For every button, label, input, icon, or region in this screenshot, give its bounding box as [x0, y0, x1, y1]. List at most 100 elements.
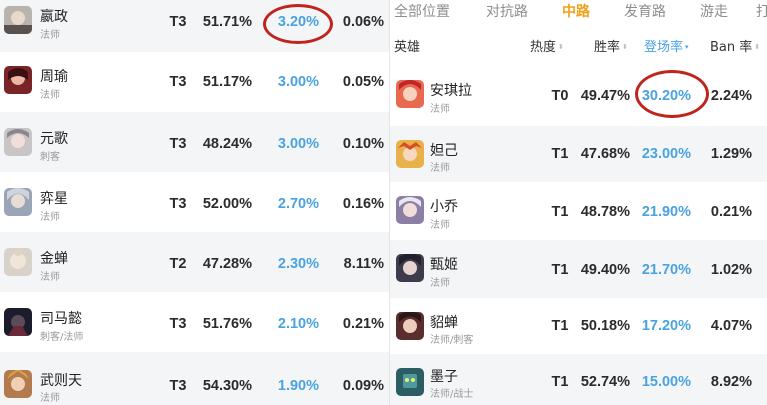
ban-rate-cell: 0.05% — [342, 74, 384, 90]
ban-rate-cell: 1.02% — [710, 262, 752, 278]
hero-name: 弈星 — [40, 191, 68, 207]
hero-avatar — [4, 308, 32, 336]
pick-rate-cell: 3.20% — [277, 14, 319, 30]
tier-cell: T3 — [169, 316, 187, 332]
hero-name: 嬴政 — [40, 9, 68, 25]
hero-role: 法师 — [430, 163, 450, 174]
ban-rate-cell: 0.10% — [342, 136, 384, 152]
tier-cell: T1 — [551, 146, 569, 162]
tab-farm-lane[interactable]: 发育路 — [624, 1, 666, 21]
table-row[interactable]: 墨子 法师/战士 T1 52.74% 15.00% 8.92% — [390, 354, 767, 405]
hero-name: 金蝉 — [40, 251, 68, 267]
header-pick-rate[interactable]: 登场率 ▾ — [644, 36, 689, 55]
header-pick-rate-label: 登场率 — [644, 40, 684, 55]
table-row[interactable]: 妲己 法师 T1 47.68% 23.00% 1.29% — [390, 126, 767, 182]
table-header: 英雄 热度 ⬍ 胜率 ⬍ 登场率 ▾ Ban 率 ⬍ — [390, 30, 767, 58]
table-row[interactable]: 弈星 法师 T3 52.00% 2.70% 0.16% — [0, 172, 390, 232]
win-rate-cell: 47.68% — [580, 146, 630, 162]
table-row[interactable]: 武则天 法师 T3 54.30% 1.90% 0.09% — [0, 352, 390, 405]
tier-cell: T3 — [169, 14, 187, 30]
header-heat-label: 热度 — [530, 40, 557, 55]
sort-icon: ⬍ — [622, 43, 628, 51]
hero-role: 法师 — [430, 220, 450, 231]
hero-avatar — [4, 6, 32, 34]
ban-rate-cell: 2.24% — [710, 88, 752, 104]
hero-avatar — [396, 368, 424, 396]
win-rate-cell: 50.18% — [580, 318, 630, 334]
table-row[interactable]: 小乔 法师 T1 48.78% 21.90% 0.21% — [390, 182, 767, 240]
sort-icon: ⬍ — [754, 43, 761, 51]
hero-avatar — [4, 188, 32, 216]
sort-active-icon: ▾ — [685, 43, 689, 51]
hero-name: 妲己 — [430, 143, 458, 159]
right-hero-table: 全部位置 对抗路 中路 发育路 游走 打 英雄 热度 ⬍ 胜率 ⬍ 登场率 ▾ Ban… — [390, 0, 767, 405]
pick-rate-cell: 3.00% — [277, 136, 319, 152]
hero-role: 法师 — [40, 393, 60, 404]
tier-cell: T1 — [551, 374, 569, 390]
hero-role: 法师 — [40, 30, 60, 41]
tab-mid-lane[interactable]: 中路 — [562, 1, 590, 21]
hero-avatar — [396, 140, 424, 168]
table-row[interactable]: 周瑜 法师 T3 51.17% 3.00% 0.05% — [0, 52, 390, 112]
win-rate-cell: 47.28% — [202, 256, 252, 272]
ban-rate-cell: 1.29% — [710, 146, 752, 162]
pick-rate-cell: 15.00% — [641, 374, 691, 390]
tab-roam[interactable]: 游走 — [700, 1, 728, 21]
table-row[interactable]: 司马懿 刺客/法师 T3 51.76% 2.10% 0.21% — [0, 292, 390, 352]
tab-all-positions[interactable]: 全部位置 — [394, 1, 450, 21]
win-rate-cell: 48.78% — [580, 204, 630, 220]
table-row[interactable]: 安琪拉 法师 T0 49.47% 30.20% 2.24% — [390, 64, 767, 126]
table-row[interactable]: 嬴政 法师 T3 51.71% 3.20% 0.06% — [0, 0, 390, 52]
pick-rate-cell: 2.70% — [277, 196, 319, 212]
tier-cell: T0 — [551, 88, 569, 104]
header-win-rate[interactable]: 胜率 ⬍ — [594, 36, 628, 55]
ban-rate-cell: 8.11% — [343, 256, 384, 272]
hero-avatar — [4, 66, 32, 94]
hero-role: 刺客 — [40, 152, 60, 163]
hero-name: 貂蝉 — [430, 315, 458, 331]
win-rate-cell: 52.00% — [202, 196, 252, 212]
win-rate-cell: 54.30% — [202, 378, 252, 394]
hero-name: 安琪拉 — [430, 83, 472, 99]
hero-name: 元歌 — [40, 131, 68, 147]
hero-avatar — [396, 196, 424, 224]
pick-rate-cell: 3.00% — [277, 74, 319, 90]
hero-name: 小乔 — [430, 199, 458, 215]
hero-role: 法师 — [40, 90, 60, 101]
table-row[interactable]: 元歌 刺客 T3 48.24% 3.00% 0.10% — [0, 112, 390, 172]
win-rate-cell: 49.47% — [580, 88, 630, 104]
ban-rate-cell: 4.07% — [710, 318, 752, 334]
hero-avatar — [396, 80, 424, 108]
hero-role: 法师/战士 — [430, 389, 474, 400]
header-heat[interactable]: 热度 ⬍ — [530, 36, 564, 55]
hero-role: 刺客/法师 — [40, 332, 84, 343]
pick-rate-cell: 21.70% — [641, 262, 691, 278]
pick-rate-cell: 1.90% — [277, 378, 319, 394]
pick-rate-cell: 21.90% — [641, 204, 691, 220]
table-row[interactable]: 貂蝉 法师/刺客 T1 50.18% 17.20% 4.07% — [390, 298, 767, 354]
table-row[interactable]: 金蝉 法师 T2 47.28% 2.30% 8.11% — [0, 232, 390, 292]
hero-avatar — [396, 254, 424, 282]
ban-rate-cell: 0.21% — [710, 204, 752, 220]
hero-name: 周瑜 — [40, 69, 68, 85]
win-rate-cell: 51.76% — [202, 316, 252, 332]
pick-rate-cell: 17.20% — [641, 318, 691, 334]
hero-name: 武则天 — [40, 373, 82, 389]
table-row[interactable]: 甄姬 法师 T1 49.40% 21.70% 1.02% — [390, 240, 767, 298]
header-ban-rate[interactable]: Ban 率 ⬍ — [710, 36, 760, 55]
hero-avatar — [4, 128, 32, 156]
tab-clash-lane[interactable]: 对抗路 — [486, 1, 528, 21]
header-ban-rate-label: Ban 率 — [710, 40, 753, 55]
header-hero: 英雄 — [394, 40, 421, 55]
hero-role: 法师 — [40, 212, 60, 223]
pick-rate-cell: 23.00% — [641, 146, 691, 162]
lane-tab-bar: 全部位置 对抗路 中路 发育路 游走 打 — [390, 0, 767, 22]
tier-cell: T3 — [169, 136, 187, 152]
ban-rate-cell: 0.06% — [342, 14, 384, 30]
pick-rate-cell: 30.20% — [641, 88, 691, 104]
ban-rate-cell: 0.09% — [342, 378, 384, 394]
hero-name: 墨子 — [430, 369, 458, 385]
tier-cell: T3 — [169, 378, 187, 394]
tab-jungle[interactable]: 打 — [756, 1, 767, 21]
hero-avatar — [4, 370, 32, 398]
